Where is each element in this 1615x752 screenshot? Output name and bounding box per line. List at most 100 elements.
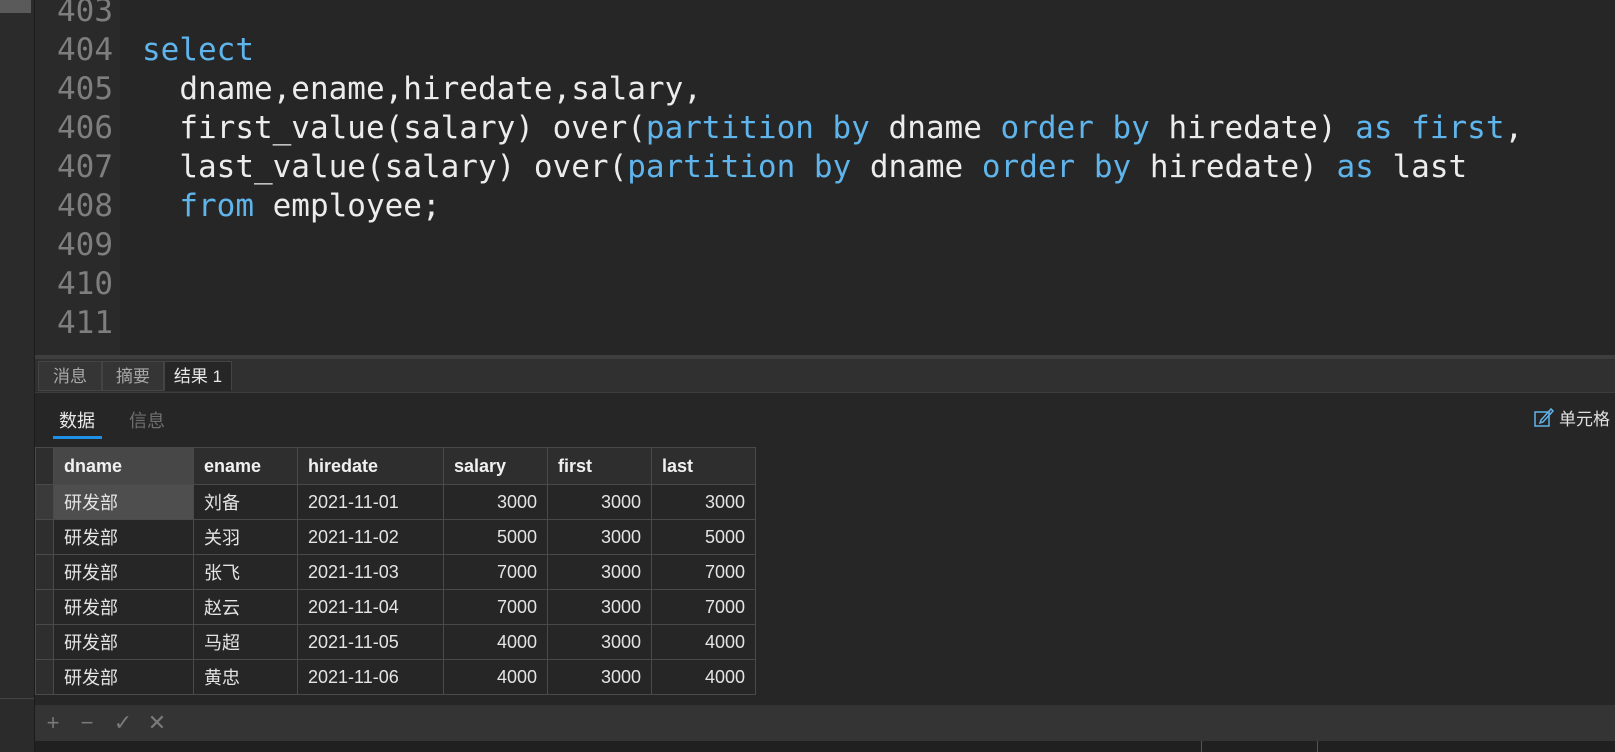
result-sub-tab-bar: 数据 信息 单元格: [35, 393, 1615, 447]
cell-editor-label: 单元格: [1559, 409, 1610, 429]
table-cell[interactable]: 2021-11-06: [297, 659, 444, 695]
sql-token: dname: [869, 110, 1001, 146]
column-header-first[interactable]: first: [547, 447, 652, 485]
table-row[interactable]: 研发部 马超 2021-11-05 4000 3000 4000: [35, 624, 756, 660]
line-number: 405: [57, 71, 113, 107]
table-cell[interactable]: 黄忠: [193, 659, 298, 695]
table-cell[interactable]: 3000: [443, 484, 548, 520]
table-row[interactable]: 研发部 黄忠 2021-11-06 4000 3000 4000: [35, 659, 756, 695]
sql-keyword: select: [142, 32, 254, 68]
table-cell[interactable]: 5000: [651, 519, 756, 555]
tab-messages[interactable]: 消息: [38, 361, 102, 391]
sql-keyword: from: [179, 188, 254, 224]
table-cell[interactable]: 关羽: [193, 519, 298, 555]
sql-token: last: [1373, 149, 1468, 185]
table-cell[interactable]: 2021-11-05: [297, 624, 444, 660]
column-header-ename[interactable]: ename: [193, 447, 298, 485]
table-row[interactable]: 研发部 赵云 2021-11-04 7000 3000 7000: [35, 589, 756, 625]
left-divider: [0, 698, 34, 699]
table-cell[interactable]: 马超: [193, 624, 298, 660]
left-scroll-thumb[interactable]: [0, 0, 31, 13]
tab-result-1[interactable]: 结果 1: [164, 361, 232, 391]
table-cell[interactable]: 2021-11-03: [297, 554, 444, 590]
sql-token: ,: [1504, 110, 1524, 146]
line-number: 409: [57, 227, 113, 263]
table-cell[interactable]: 7000: [443, 554, 548, 590]
apply-changes-button[interactable]: ✓: [111, 711, 135, 735]
sql-keyword: order by: [1000, 110, 1150, 146]
grid-header-row: dname ename hiredate salary first last: [35, 447, 756, 485]
tab-summary[interactable]: 摘要: [102, 361, 164, 391]
sql-token: last_value(salary) over(: [142, 149, 628, 185]
table-cell[interactable]: 4000: [651, 624, 756, 660]
table-row[interactable]: 研发部 关羽 2021-11-02 5000 3000 5000: [35, 519, 756, 555]
table-cell[interactable]: 研发部: [53, 519, 194, 555]
line-number: 410: [57, 266, 113, 302]
column-header-dname[interactable]: dname: [53, 447, 194, 485]
table-cell[interactable]: 7000: [651, 589, 756, 625]
code-text: from employee;: [142, 186, 440, 226]
subtab-data[interactable]: 数据: [59, 407, 95, 433]
table-cell[interactable]: 研发部: [53, 659, 194, 695]
code-text: first_value(salary) over(partition by dn…: [142, 108, 1523, 148]
row-selector[interactable]: [35, 624, 54, 660]
result-tab-bar: 消息 摘要 结果 1: [35, 359, 1615, 393]
line-number: 407: [57, 149, 113, 185]
sql-token: first_value(salary) over(: [142, 110, 646, 146]
table-cell[interactable]: 4000: [443, 624, 548, 660]
sql-token: hiredate): [1149, 110, 1356, 146]
table-cell[interactable]: 3000: [651, 484, 756, 520]
sql-keyword: partition by: [645, 110, 870, 146]
table-cell[interactable]: 赵云: [193, 589, 298, 625]
row-header-corner[interactable]: [35, 447, 54, 485]
line-number: 411: [57, 305, 113, 341]
table-cell[interactable]: 刘备: [193, 484, 298, 520]
table-cell[interactable]: 研发部: [53, 554, 194, 590]
row-selector[interactable]: [35, 554, 54, 590]
table-cell[interactable]: 7000: [443, 589, 548, 625]
table-cell[interactable]: 5000: [443, 519, 548, 555]
row-selector[interactable]: [35, 484, 54, 520]
code-text: select: [142, 30, 254, 70]
sql-editor[interactable]: 403 404 select 405 dname,ename,hiredate,sal…: [35, 0, 1615, 355]
table-cell[interactable]: 研发部: [53, 484, 194, 520]
table-cell[interactable]: 3000: [547, 484, 652, 520]
edit-pencil-icon: [1534, 407, 1555, 427]
table-cell[interactable]: 2021-11-01: [297, 484, 444, 520]
sql-token: dname,ename,hiredate,salary,: [142, 71, 702, 107]
subtab-info[interactable]: 信息: [129, 407, 165, 433]
table-cell[interactable]: 3000: [547, 519, 652, 555]
delete-record-button[interactable]: −: [75, 711, 99, 735]
active-subtab-indicator: [53, 436, 102, 439]
column-header-last[interactable]: last: [651, 447, 756, 485]
cell-editor-button[interactable]: 单元格: [1533, 405, 1610, 429]
table-cell[interactable]: 研发部: [53, 589, 194, 625]
table-cell[interactable]: 4000: [651, 659, 756, 695]
column-header-salary[interactable]: salary: [443, 447, 548, 485]
table-row[interactable]: 研发部 刘备 2021-11-01 3000 3000 3000: [35, 484, 756, 520]
table-cell[interactable]: 张飞: [193, 554, 298, 590]
table-cell[interactable]: 3000: [547, 659, 652, 695]
table-cell[interactable]: 3000: [547, 624, 652, 660]
sql-keyword: as first: [1355, 110, 1505, 146]
status-bar: [35, 741, 1615, 752]
table-cell[interactable]: 2021-11-02: [297, 519, 444, 555]
result-grid: dname ename hiredate salary first last 研发部 刘备 2…: [35, 447, 756, 695]
row-selector[interactable]: [35, 659, 54, 695]
table-cell[interactable]: 7000: [651, 554, 756, 590]
table-cell[interactable]: 4000: [443, 659, 548, 695]
add-record-button[interactable]: +: [41, 711, 65, 735]
table-cell[interactable]: 3000: [547, 589, 652, 625]
row-selector[interactable]: [35, 589, 54, 625]
table-cell[interactable]: 3000: [547, 554, 652, 590]
table-cell[interactable]: 研发部: [53, 624, 194, 660]
sql-keyword: partition by: [627, 149, 852, 185]
row-selector[interactable]: [35, 519, 54, 555]
table-cell[interactable]: 2021-11-04: [297, 589, 444, 625]
sql-keyword: order by: [981, 149, 1132, 185]
line-number: 403: [57, 0, 113, 29]
column-header-hiredate[interactable]: hiredate: [297, 447, 444, 485]
discard-changes-button[interactable]: ✕: [145, 711, 169, 735]
table-row[interactable]: 研发部 张飞 2021-11-03 7000 3000 7000: [35, 554, 756, 590]
